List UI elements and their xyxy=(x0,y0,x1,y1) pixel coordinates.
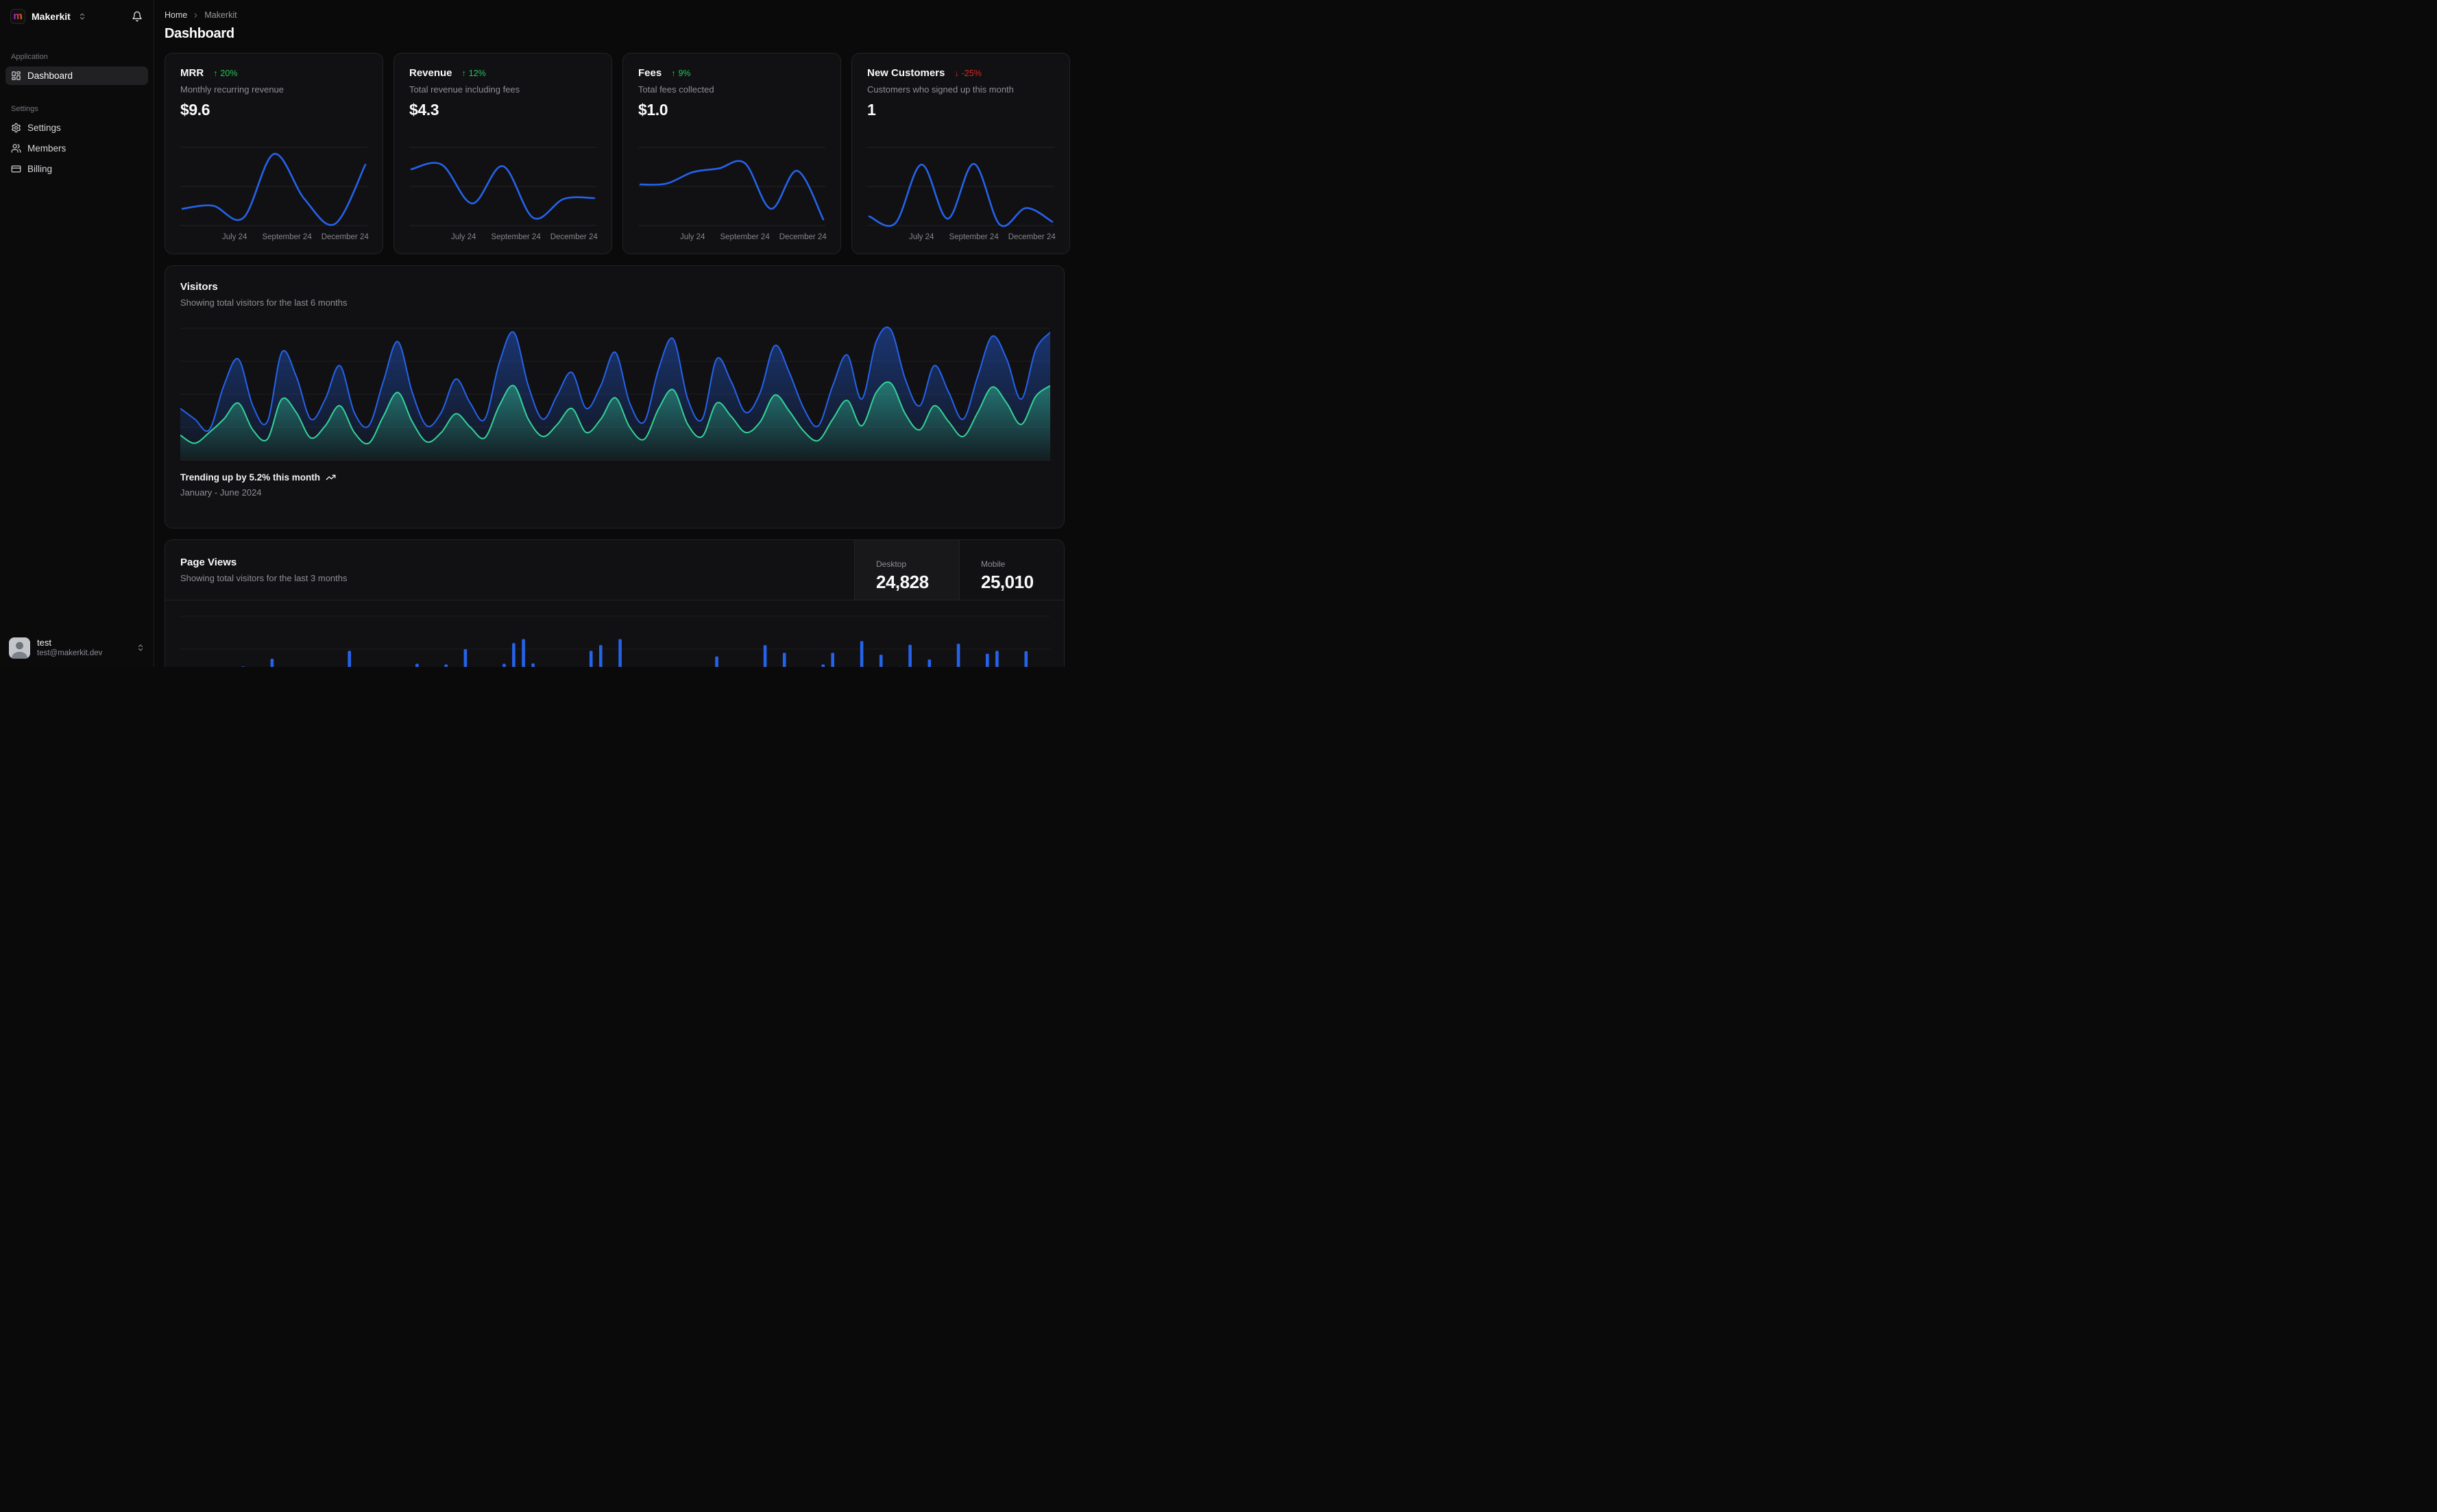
stat-card-revenue: Revenue ↑ 12% Total revenue including fee… xyxy=(393,53,612,254)
stat-title: MRR xyxy=(180,67,204,79)
page-views-title: Page Views xyxy=(180,557,237,568)
arrow-up-icon: ↑ xyxy=(671,68,676,78)
x-tick-label: September 24 xyxy=(720,233,770,241)
breadcrumb: Home Makerkit xyxy=(165,10,1065,20)
x-tick-label: September 24 xyxy=(262,233,312,241)
sidebar-item-label: Dashboard xyxy=(27,71,73,81)
chevrons-up-down-icon xyxy=(80,13,84,20)
workspace-switcher[interactable] xyxy=(78,12,86,21)
x-axis-ticks: July 24 September 24 December 24 xyxy=(180,233,369,244)
credit-card-icon xyxy=(11,164,21,174)
users-icon xyxy=(11,143,21,154)
main-content: Home Makerkit Dashboard MRR ↑ 20% Monthly… xyxy=(154,0,1075,667)
x-tick-label: September 24 xyxy=(949,233,999,241)
arrow-up-icon: ↑ xyxy=(213,68,218,78)
x-tick-label: July 24 xyxy=(679,233,705,241)
x-axis-ticks: July 24 September 24 December 24 xyxy=(867,233,1056,244)
visitors-subtitle: Showing total visitors for the last 6 mo… xyxy=(180,297,348,308)
visitors-trend-text: Trending up by 5.2% this month xyxy=(180,472,321,483)
sparkline-chart-revenue: July 24 September 24 December 24 xyxy=(409,144,598,244)
sidebar-item-label: Billing xyxy=(27,164,53,174)
stat-value: 1 xyxy=(867,101,876,119)
x-tick-label: December 24 xyxy=(321,233,369,241)
bell-icon xyxy=(132,11,142,22)
sidebar-item-label: Members xyxy=(27,143,66,154)
page-views-subtitle: Showing total visitors for the last 3 mo… xyxy=(180,573,348,583)
visitors-card: Visitors Showing total visitors for the … xyxy=(165,265,1065,528)
sidebar-nav: Application Dashboard Settings Settings … xyxy=(0,31,154,180)
sidebar-item-label: Settings xyxy=(27,123,61,133)
page-views-bar-chart xyxy=(165,600,1064,667)
page-title: Dashboard xyxy=(165,26,234,41)
stat-description: Monthly recurring revenue xyxy=(180,84,284,95)
user-email: test@makerkit.dev xyxy=(37,649,103,658)
chevrons-up-down-icon xyxy=(136,644,145,652)
stat-change-badge: ↑ 9% xyxy=(671,68,691,78)
stat-value: $4.3 xyxy=(409,101,439,119)
stat-card-new-customers: New Customers ↓ -25% Customers who signed… xyxy=(851,53,1070,254)
breadcrumb-home-link[interactable]: Home xyxy=(165,10,187,20)
stat-card-fees: Fees ↑ 9% Total fees collected $1.0 July … xyxy=(622,53,841,254)
x-tick-label: September 24 xyxy=(491,233,541,241)
x-tick-label: December 24 xyxy=(550,233,598,241)
x-axis-ticks: July 24 September 24 December 24 xyxy=(409,233,598,244)
x-tick-label: July 24 xyxy=(908,233,934,241)
toggle-mobile[interactable]: Mobile 25,010 xyxy=(959,540,1064,600)
stat-title: Revenue xyxy=(409,67,452,79)
sidebar-item-settings[interactable]: Settings xyxy=(5,119,148,137)
sidebar-item-dashboard[interactable]: Dashboard xyxy=(5,66,148,85)
toggle-desktop[interactable]: Desktop 24,828 xyxy=(854,540,959,600)
sidebar-item-members[interactable]: Members xyxy=(5,139,148,158)
gear-icon xyxy=(11,123,21,133)
chevron-right-icon xyxy=(192,12,199,19)
x-tick-label: July 24 xyxy=(221,233,247,241)
x-tick-label: December 24 xyxy=(779,233,827,241)
visitors-area-chart xyxy=(180,320,1050,463)
stat-cards-row: MRR ↑ 20% Monthly recurring revenue $9.6 … xyxy=(165,53,1070,254)
layout-dashboard-icon xyxy=(11,71,21,81)
visitors-title: Visitors xyxy=(180,281,218,293)
x-tick-label: December 24 xyxy=(1008,233,1056,241)
trending-up-icon xyxy=(326,472,336,483)
sparkline-chart-mrr: July 24 September 24 December 24 xyxy=(180,144,369,244)
arrow-down-icon: ↓ xyxy=(954,68,959,78)
stat-change-badge: ↑ 20% xyxy=(213,68,238,78)
stat-card-mrr: MRR ↑ 20% Monthly recurring revenue $9.6 … xyxy=(165,53,383,254)
stat-description: Total fees collected xyxy=(638,84,714,95)
x-tick-label: July 24 xyxy=(450,233,476,241)
user-menu[interactable]: test test@makerkit.dev xyxy=(0,629,154,667)
nav-section-label-settings: Settings xyxy=(11,105,38,113)
stat-value: $1.0 xyxy=(638,101,668,119)
makerkit-logo: m xyxy=(10,9,25,24)
x-axis-ticks: July 24 September 24 December 24 xyxy=(638,233,827,244)
user-avatar xyxy=(9,637,30,659)
stat-title: Fees xyxy=(638,67,662,79)
nav-section-label-application: Application xyxy=(11,53,48,61)
sparkline-chart-fees: July 24 September 24 December 24 xyxy=(638,144,827,244)
stat-title: New Customers xyxy=(867,67,945,79)
sidebar-item-billing[interactable]: Billing xyxy=(5,160,148,178)
sidebar: m Makerkit Application Dashboard Setting… xyxy=(0,0,154,667)
stat-change-badge: ↑ 12% xyxy=(461,68,486,78)
arrow-up-icon: ↑ xyxy=(461,68,466,78)
workspace-name: Makerkit xyxy=(32,11,71,22)
user-name: test xyxy=(37,637,51,648)
sparkline-chart-new-customers: July 24 September 24 December 24 xyxy=(867,144,1056,244)
stat-description: Customers who signed up this month xyxy=(867,84,1014,95)
stat-change-badge: ↓ -25% xyxy=(954,68,982,78)
breadcrumb-current: Makerkit xyxy=(204,10,237,20)
stat-description: Total revenue including fees xyxy=(409,84,520,95)
notifications-bell-button[interactable] xyxy=(130,10,144,23)
stat-value: $9.6 xyxy=(180,101,210,119)
page-views-card: Page Views Showing total visitors for th… xyxy=(165,539,1065,667)
visitors-date-range: January - June 2024 xyxy=(180,487,262,498)
